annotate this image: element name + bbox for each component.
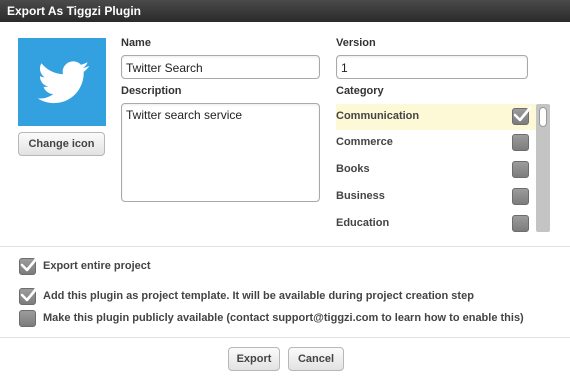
description-textarea[interactable]: Twitter search service xyxy=(121,103,320,202)
project-template-checkbox[interactable] xyxy=(19,286,39,305)
checkmark-icon xyxy=(513,106,532,122)
checkmark-icon xyxy=(20,286,39,302)
plugin-icon-preview xyxy=(18,38,106,126)
export-button[interactable]: Export xyxy=(228,347,280,371)
description-label: Description xyxy=(121,85,182,97)
cancel-button[interactable]: Cancel xyxy=(288,347,344,371)
section-divider xyxy=(0,246,570,247)
scrollbar-thumb[interactable] xyxy=(539,107,547,127)
change-icon-button[interactable]: Change icon xyxy=(18,132,105,156)
category-checkbox[interactable] xyxy=(512,134,529,151)
category-item-label: Communication xyxy=(336,110,420,122)
version-label: Version xyxy=(336,37,376,49)
twitter-bird-icon xyxy=(37,61,89,104)
category-item-label: Commerce xyxy=(336,136,393,148)
category-checkbox[interactable] xyxy=(512,188,529,205)
category-item-education[interactable]: Education xyxy=(336,211,536,237)
category-checkbox[interactable] xyxy=(512,161,529,178)
category-item-label: Education xyxy=(336,217,390,229)
version-input[interactable]: 1 xyxy=(336,55,528,79)
export-entire-project-checkbox[interactable] xyxy=(19,256,39,275)
category-item-communication[interactable]: Communication xyxy=(336,104,536,130)
category-item-commerce[interactable]: Commerce xyxy=(336,130,536,156)
name-input[interactable]: Twitter Search xyxy=(121,55,320,79)
category-item-label: Books xyxy=(336,163,370,175)
category-item-business[interactable]: Business xyxy=(336,184,536,210)
footer-divider xyxy=(0,337,570,338)
publicly-available-label: Make this plugin publicly available (con… xyxy=(43,312,524,324)
category-item-label: Business xyxy=(336,190,385,202)
category-checkbox[interactable] xyxy=(512,215,529,232)
category-scrollbar[interactable] xyxy=(536,104,550,232)
publicly-available-checkbox[interactable] xyxy=(19,310,36,327)
category-list: Communication Commerce Books Business Ed… xyxy=(336,104,536,232)
name-label: Name xyxy=(121,37,151,49)
category-checkbox[interactable] xyxy=(512,106,532,125)
checkmark-icon xyxy=(20,256,39,272)
dialog-title: Export As Tiggzi Plugin xyxy=(0,0,570,22)
category-label: Category xyxy=(336,85,384,97)
export-entire-project-label: Export entire project xyxy=(43,260,151,272)
category-item-books[interactable]: Books xyxy=(336,157,536,183)
project-template-label: Add this plugin as project template. It … xyxy=(43,290,474,302)
